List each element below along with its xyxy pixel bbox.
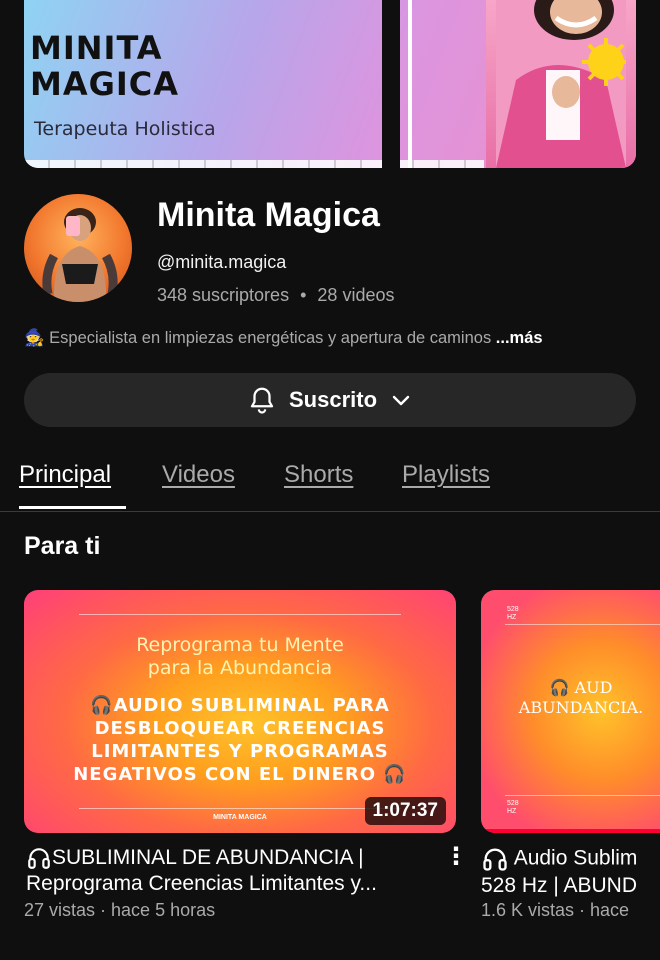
channel-banner: MINITA MAGICA Terapeuta Holistica [24,0,636,168]
active-tab-indicator [19,506,126,509]
video-meta: 27 vistas · hace 5 horas [24,900,216,920]
description-more-link[interactable]: ...más [496,329,543,347]
channel-handle: @minita.magica [157,252,287,272]
headphones-icon [28,848,50,870]
bell-icon [250,387,274,414]
avatar-person-image [42,208,118,302]
banner-person-image [496,0,626,168]
thumbnail-divider [505,795,660,796]
tab-videos[interactable]: Videos [162,461,235,489]
video-duration-badge: 1:07:37 [364,797,446,825]
banner-divider [408,0,412,168]
more-options-icon[interactable]: ⋮ [444,845,468,869]
video-meta: 1.6 K vistas · hace [481,900,630,920]
banner-divider [382,0,400,168]
channel-stats: 348 suscriptores • 28 videos [157,285,394,306]
thumbnail-text-line: ABUNDANCIA. [518,698,644,717]
video-title[interactable]: SUBLIMINAL DE ABUNDANCIA | Reprograma Cr… [26,845,436,896]
channel-avatar[interactable] [24,194,132,302]
banner-subtitle: Terapeuta Holistica [34,118,216,140]
channel-tabs: Principal Videos Shorts Playlists [0,455,660,512]
banner-grid-decoration [24,160,484,168]
video-thumbnail[interactable]: 528 HZ 🎧 AUD ABUNDANCIA. 528 HZ [481,590,660,833]
video-title[interactable]: Audio Sublim 528 Hz | ABUND [481,845,660,898]
wizard-emoji-icon: 🧙 [24,329,45,347]
tab-principal[interactable]: Principal [19,461,111,489]
section-title: Para ti [24,532,101,560]
subscribed-button[interactable]: Suscrito [24,373,636,427]
subscribed-label: Suscrito [288,387,378,412]
tab-shorts[interactable]: Shorts [284,461,353,489]
banner-title: MINITA MAGICA [30,29,180,103]
channel-name: Minita Magica [157,196,380,234]
thumbnail-hz-label: 528 HZ [507,800,519,815]
subscriber-count: 348 suscriptores [157,285,290,305]
thumbnail-hz-label: 528 HZ [507,606,519,621]
thumbnail-heading: Reprograma tu Mente para la Abundancia [136,634,344,679]
thumbnail-text: 🎧AUDIO SUBLIMINAL PARA DESBLOQUEAR CREEN… [73,695,407,785]
stats-separator: • [300,285,307,305]
channel-description[interactable]: 🧙 Especialista en limpiezas energéticas … [24,329,543,348]
chevron-down-icon [392,395,410,406]
thumbnail-divider [79,614,401,615]
headphones-icon [483,848,507,871]
thumbnail-divider [79,808,401,809]
video-count: 28 videos [317,285,395,305]
watch-progress-bar [481,829,660,833]
video-thumbnail[interactable]: Reprograma tu Mente para la Abundancia 🎧… [24,590,456,833]
description-text: Especialista en limpiezas energéticas y … [49,329,492,347]
thumbnail-divider [505,624,660,625]
thumbnail-text-line: 🎧 AUD [549,678,613,697]
tab-playlists[interactable]: Playlists [402,461,490,489]
